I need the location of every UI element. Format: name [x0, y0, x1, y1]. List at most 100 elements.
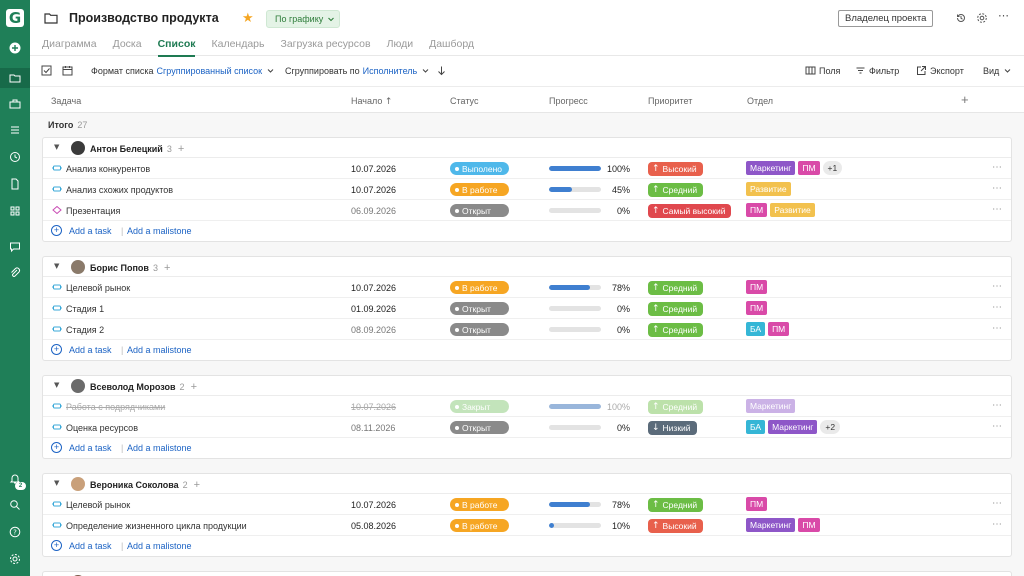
- row-menu-icon[interactable]: ⋯: [992, 183, 1002, 194]
- priority-badge[interactable]: ↑ Высокий: [648, 519, 703, 533]
- group-header[interactable]: ▼ Вероника Соколова 2 +: [43, 474, 1011, 494]
- start-date[interactable]: 08.11.2026: [351, 423, 395, 433]
- add-icon[interactable]: [0, 38, 30, 58]
- add-task-link[interactable]: Add a task: [69, 226, 112, 236]
- department-tag[interactable]: Маркетинг: [746, 161, 796, 175]
- status-badge[interactable]: Открыт: [450, 204, 509, 217]
- add-circle-icon[interactable]: +: [51, 442, 62, 453]
- department-tag[interactable]: БА: [746, 322, 766, 336]
- department-tag[interactable]: ПМ: [746, 280, 768, 294]
- add-task-to-group-icon[interactable]: +: [191, 381, 197, 393]
- table-row[interactable]: Презентация 06.09.2026 Открыт 0% ↑ Самый высо…: [43, 200, 1011, 221]
- task-name[interactable]: Работа с подрядчиками: [66, 402, 165, 412]
- more-tags-badge[interactable]: +2: [820, 420, 841, 434]
- table-row[interactable]: Стадия 1 01.09.2026 Открыт 0% ↑ Средний ПМ ⋯: [43, 298, 1011, 319]
- status-badge[interactable]: В работе: [450, 498, 509, 511]
- task-name[interactable]: Анализ схожих продуктов: [66, 185, 173, 195]
- department-tag[interactable]: Развитие: [770, 203, 815, 217]
- row-menu-icon[interactable]: ⋯: [992, 498, 1002, 509]
- task-name[interactable]: Стадия 1: [66, 304, 104, 314]
- start-date[interactable]: 10.07.2026: [351, 402, 396, 412]
- priority-badge[interactable]: ↑ Высокий: [648, 162, 703, 176]
- grid-icon[interactable]: [0, 201, 30, 221]
- caret-down-icon[interactable]: ▼: [54, 143, 59, 151]
- row-menu-icon[interactable]: ⋯: [992, 421, 1002, 432]
- column-progress[interactable]: Прогресс: [549, 96, 588, 106]
- start-date[interactable]: 10.07.2026: [351, 164, 396, 174]
- table-row[interactable]: Анализ схожих продуктов 10.07.2026 В работ…: [43, 179, 1011, 200]
- status-badge[interactable]: В работе: [450, 281, 509, 294]
- search-icon[interactable]: [0, 495, 30, 515]
- status-badge[interactable]: В работе: [450, 183, 509, 196]
- group-header[interactable]: ▼ Антон Белецкий 3 +: [43, 138, 1011, 158]
- start-date[interactable]: 10.07.2026: [351, 500, 396, 510]
- department-tag[interactable]: Маркетинг: [768, 420, 818, 434]
- priority-badge[interactable]: ↑ Средний: [648, 323, 704, 337]
- tab-calendar[interactable]: Календарь: [211, 38, 264, 57]
- add-circle-icon[interactable]: +: [51, 225, 62, 236]
- settings-icon[interactable]: [0, 549, 30, 569]
- add-task-to-group-icon[interactable]: +: [178, 143, 184, 155]
- app-logo[interactable]: G: [6, 9, 24, 27]
- priority-badge[interactable]: ↑ Средний: [648, 302, 704, 316]
- row-menu-icon[interactable]: ⋯: [992, 400, 1002, 411]
- table-row[interactable]: Работа с подрядчиками 10.07.2026 Закрыт 100…: [43, 396, 1011, 417]
- tab-diagram[interactable]: Диаграмма: [42, 38, 97, 57]
- priority-badge[interactable]: ↓ Низкий: [648, 421, 697, 435]
- status-badge[interactable]: Выполено: [450, 162, 509, 175]
- department-tag[interactable]: Маркетинг: [746, 518, 796, 532]
- start-date[interactable]: 01.09.2026: [351, 304, 396, 314]
- status-badge[interactable]: Открыт: [450, 421, 509, 434]
- table-row[interactable]: Целевой рынок 10.07.2026 В работе 78% ↑ Средн…: [43, 277, 1011, 298]
- row-menu-icon[interactable]: ⋯: [992, 281, 1002, 292]
- list-icon[interactable]: [0, 120, 30, 140]
- row-menu-icon[interactable]: ⋯: [992, 302, 1002, 313]
- projects-folder-icon[interactable]: [0, 68, 30, 88]
- column-priority[interactable]: Приоритет: [648, 96, 692, 106]
- more-tags-badge[interactable]: +1: [822, 161, 843, 175]
- history-icon[interactable]: [955, 12, 967, 24]
- column-status[interactable]: Статус: [450, 96, 478, 106]
- tab-list[interactable]: Список: [157, 38, 196, 57]
- tab-board[interactable]: Доска: [113, 38, 142, 57]
- column-task[interactable]: Задача: [51, 96, 81, 106]
- status-badge[interactable]: В работе: [450, 519, 509, 532]
- row-menu-icon[interactable]: ⋯: [992, 323, 1002, 334]
- select-all-checkbox-icon[interactable]: [41, 65, 52, 76]
- priority-badge[interactable]: ↑ Средний: [648, 400, 704, 414]
- export-button[interactable]: Экспорт: [916, 65, 964, 76]
- status-badge[interactable]: Открыт: [450, 323, 509, 336]
- table-row[interactable]: Анализ конкурентов 10.07.2026 Выполено 100%…: [43, 158, 1011, 179]
- tab-resource-load[interactable]: Загрузка ресурсов: [280, 38, 370, 57]
- department-tag[interactable]: Развитие: [746, 182, 791, 196]
- add-milestone-link[interactable]: Add a malistone: [127, 345, 192, 355]
- group-header[interactable]: ▼ Борис Попов 3 +: [43, 257, 1011, 277]
- add-milestone-link[interactable]: Add a malistone: [127, 443, 192, 453]
- department-tag[interactable]: ПМ: [746, 497, 768, 511]
- add-milestone-link[interactable]: Add a malistone: [127, 541, 192, 551]
- add-task-to-group-icon[interactable]: +: [164, 262, 170, 274]
- tab-people[interactable]: Люди: [387, 38, 414, 57]
- add-milestone-link[interactable]: Add a malistone: [127, 226, 192, 236]
- view-dropdown[interactable]: Вид: [983, 65, 1013, 76]
- department-tag[interactable]: Маркетинг: [746, 399, 796, 413]
- group-header[interactable]: ▶Динара Урбанова4+: [43, 572, 1011, 576]
- start-date[interactable]: 06.09.2026: [351, 206, 396, 216]
- status-badge[interactable]: Закрыт: [450, 400, 509, 413]
- department-tag[interactable]: ПМ: [798, 518, 820, 532]
- status-badge[interactable]: Открыт: [450, 302, 509, 315]
- filter-button[interactable]: Фильтр: [855, 65, 899, 76]
- start-date[interactable]: 08.09.2026: [351, 325, 396, 335]
- priority-badge[interactable]: ↑ Средний: [648, 183, 704, 197]
- caret-down-icon[interactable]: ▼: [54, 262, 59, 270]
- sort-direction-icon[interactable]: [436, 65, 447, 76]
- portfolio-icon[interactable]: [0, 94, 30, 114]
- priority-badge[interactable]: ↑ Средний: [648, 281, 704, 295]
- column-start[interactable]: Начало ↑: [351, 96, 392, 107]
- calendar-toggle-icon[interactable]: [62, 65, 73, 76]
- table-row[interactable]: Целевой рынок 10.07.2026 В работе 78% ↑ Средн…: [43, 494, 1011, 515]
- add-circle-icon[interactable]: +: [51, 540, 62, 551]
- add-column-icon[interactable]: +: [961, 92, 969, 107]
- priority-badge[interactable]: ↑ Средний: [648, 498, 704, 512]
- add-task-to-group-icon[interactable]: +: [194, 479, 200, 491]
